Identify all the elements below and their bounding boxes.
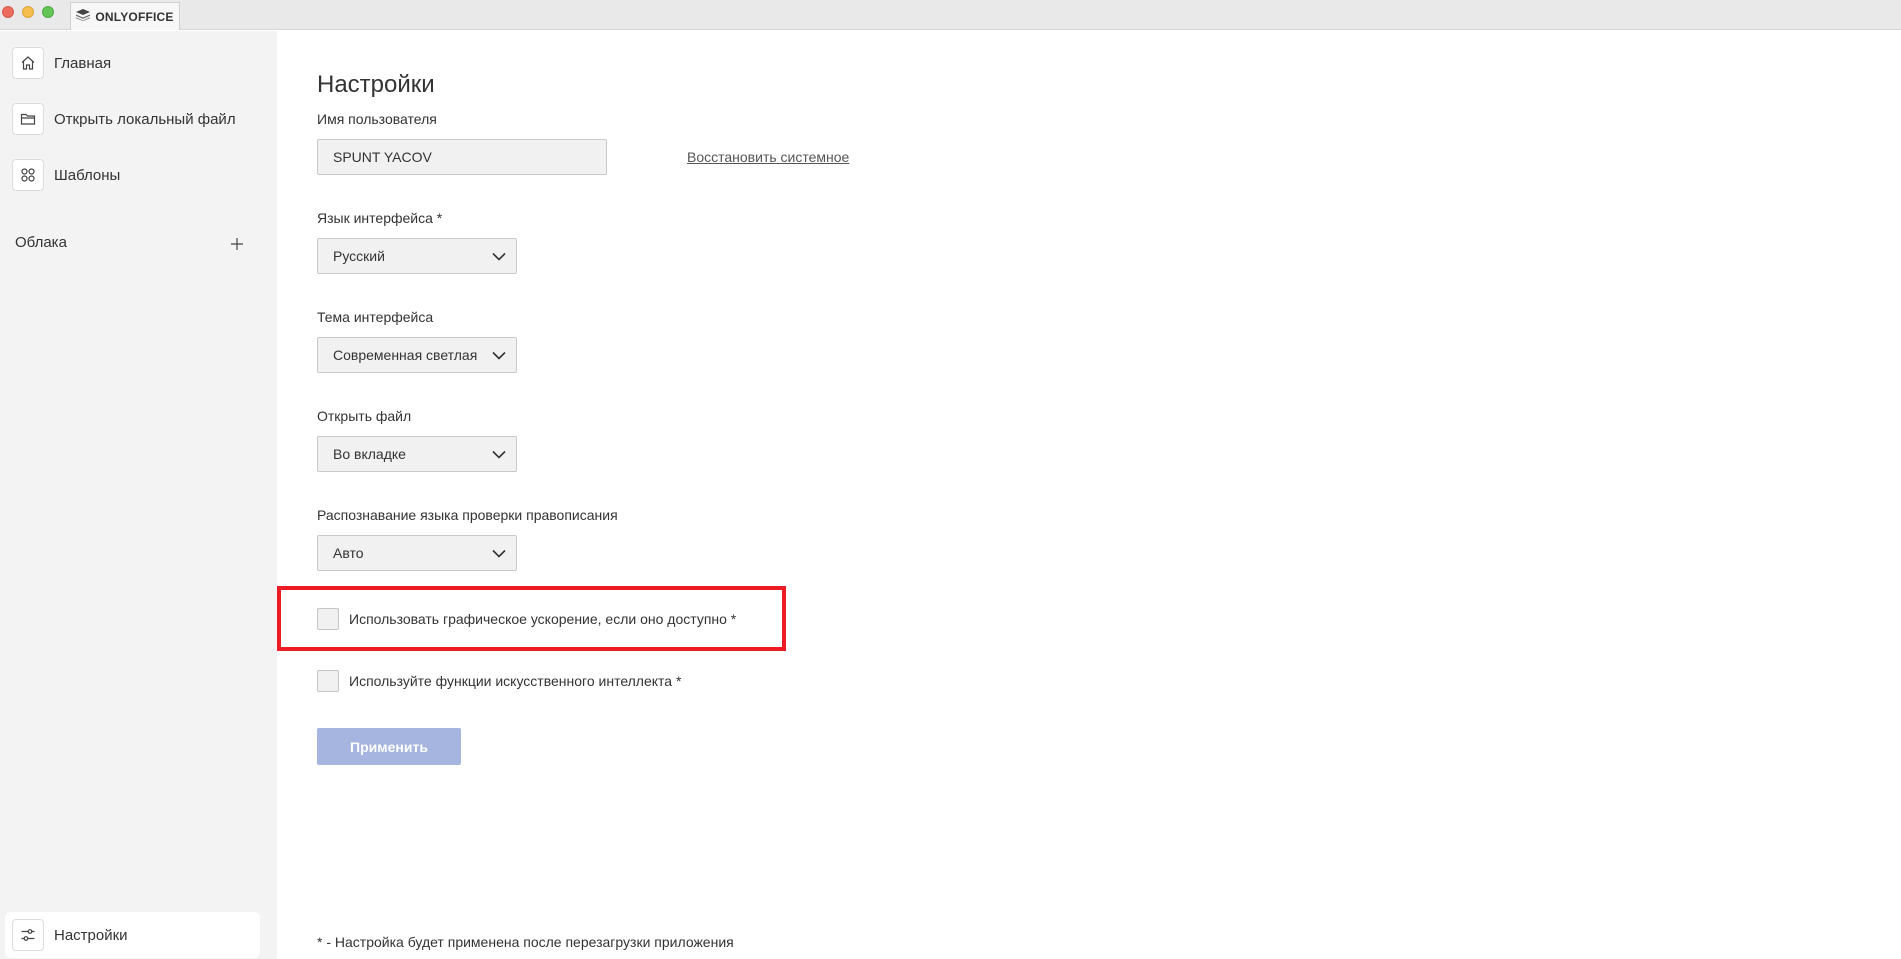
chevron-down-icon <box>492 450 506 459</box>
settings-panel: Настройки Имя пользователя Восстановить … <box>277 31 1901 959</box>
templates-icon <box>12 159 44 191</box>
open-file-select[interactable]: Во вкладке <box>317 436 517 472</box>
title-bar: ONLYOFFICE <box>0 0 1901 30</box>
page-title: Настройки <box>317 71 435 98</box>
ai-features-option[interactable]: Используйте функции искусственного интел… <box>317 670 681 692</box>
apply-button[interactable]: Применить <box>317 728 461 765</box>
chevron-down-icon <box>492 351 506 360</box>
app-tab-label: ONLYOFFICE <box>95 9 174 24</box>
open-file-select-value: Во вкладке <box>333 446 406 462</box>
gpu-acceleration-checkbox[interactable] <box>317 608 339 630</box>
theme-select[interactable]: Современная светлая <box>317 337 517 373</box>
window-minimize-button[interactable] <box>22 6 34 18</box>
spellcheck-select[interactable]: Авто <box>317 535 517 571</box>
sidebar-item-templates[interactable]: Шаблоны <box>12 157 120 193</box>
chevron-down-icon <box>492 252 506 261</box>
clouds-section-title: Облака <box>15 234 67 251</box>
onlyoffice-logo-icon <box>76 8 91 26</box>
ai-features-label: Используйте функции искусственного интел… <box>349 673 682 689</box>
restore-system-link[interactable]: Восстановить системное <box>687 149 849 165</box>
open-file-label: Открыть файл <box>317 408 412 424</box>
language-select-value: Русский <box>333 248 385 264</box>
sidebar: Главная Открыть локальный файл Шаблоны О… <box>0 31 277 959</box>
restart-footnote: * - Настройка будет применена после пере… <box>317 934 734 950</box>
theme-select-value: Современная светлая <box>333 347 478 363</box>
home-icon <box>12 47 44 79</box>
theme-label: Тема интерфейса <box>317 309 434 325</box>
sidebar-item-label: Открыть локальный файл <box>54 110 236 128</box>
language-select[interactable]: Русский <box>317 238 517 274</box>
add-cloud-button[interactable] <box>228 235 246 253</box>
spellcheck-select-value: Авто <box>333 545 364 561</box>
sliders-icon <box>12 919 44 951</box>
sidebar-item-settings[interactable]: Настройки <box>5 912 260 958</box>
window-maximize-button[interactable] <box>42 6 54 18</box>
language-label: Язык интерфейса * <box>317 210 443 226</box>
gpu-acceleration-label: Использовать графическое ускорение, если… <box>349 611 737 627</box>
sidebar-item-home[interactable]: Главная <box>12 45 111 81</box>
sidebar-item-label: Шаблоны <box>54 166 121 184</box>
gpu-acceleration-option[interactable]: Использовать графическое ускорение, если… <box>317 608 736 630</box>
plus-icon <box>231 238 243 250</box>
chevron-down-icon <box>492 549 506 558</box>
app-tab-onlyoffice[interactable]: ONLYOFFICE <box>70 2 180 30</box>
sidebar-item-open-local-file[interactable]: Открыть локальный файл <box>12 101 236 137</box>
folder-icon <box>12 103 44 135</box>
ai-features-checkbox[interactable] <box>317 670 339 692</box>
sidebar-item-label: Главная <box>54 54 112 72</box>
spellcheck-label: Распознавание языка проверки правописани… <box>317 507 618 523</box>
username-input[interactable] <box>317 139 607 175</box>
username-label: Имя пользователя <box>317 111 437 127</box>
window-close-button[interactable] <box>2 6 14 18</box>
sidebar-item-label: Настройки <box>54 926 128 944</box>
